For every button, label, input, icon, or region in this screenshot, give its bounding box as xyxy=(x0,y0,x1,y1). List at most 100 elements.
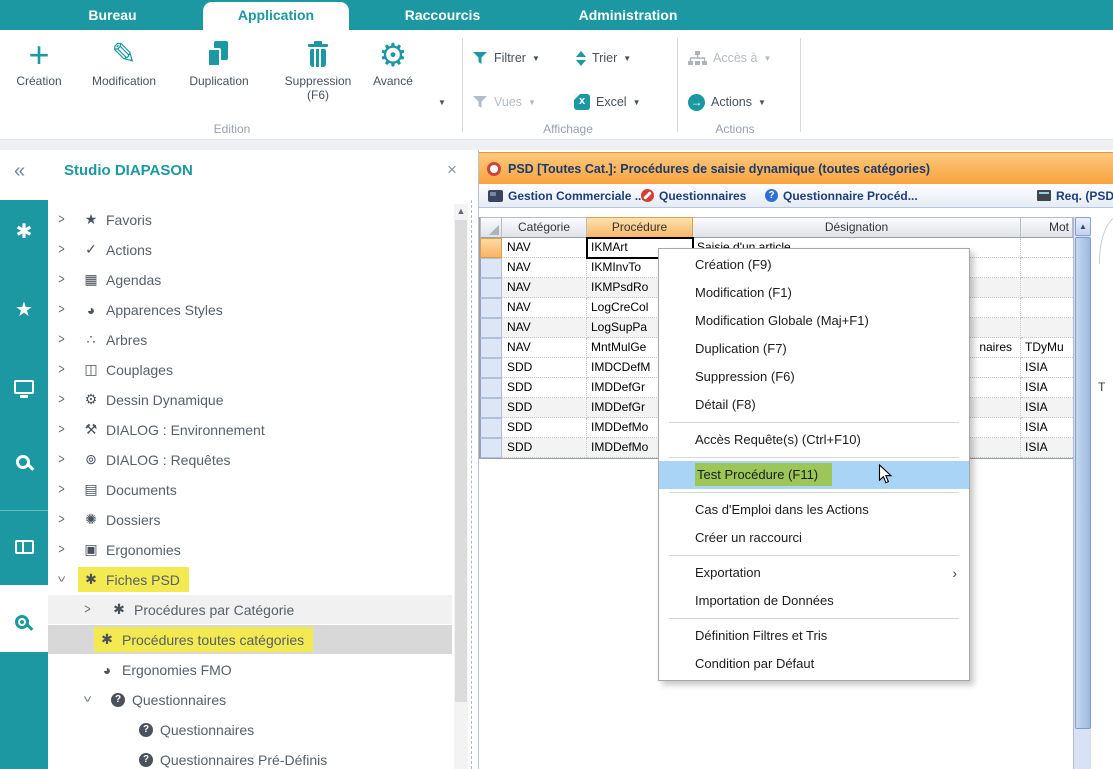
cell-categorie[interactable]: SDD xyxy=(502,398,587,418)
tree-item-13[interactable]: >✱Procédures par Catégorie xyxy=(48,595,452,624)
tree-item-5[interactable]: >◫Couplages xyxy=(48,355,452,384)
column-header-categorie[interactable]: Catégorie xyxy=(502,217,587,238)
tree-chevron-right-icon[interactable]: > xyxy=(58,421,64,437)
row-header-cell[interactable] xyxy=(480,358,502,378)
excel-button[interactable]: Excel ▼ xyxy=(574,90,641,114)
cell-categorie[interactable]: SDD xyxy=(502,438,587,458)
tree-item-9[interactable]: >▤Documents xyxy=(48,475,452,504)
scrollbar-thumb[interactable] xyxy=(1075,237,1091,729)
cell-categorie[interactable]: SDD xyxy=(502,378,587,398)
tree-item-18[interactable]: ?Questionnaires Pré-Définis xyxy=(48,745,452,769)
sidebar-scrollbar[interactable]: ▲ xyxy=(454,204,468,769)
filtrer-button[interactable]: Filtrer ▼ xyxy=(473,46,540,70)
tree-chevron-right-icon[interactable]: > xyxy=(84,601,90,617)
row-header-cell[interactable] xyxy=(480,258,502,278)
cell-categorie[interactable]: NAV xyxy=(502,298,587,318)
avance-button[interactable]: ⚙ Avancé xyxy=(364,36,422,134)
menu-item-15[interactable]: Importation de Données xyxy=(659,587,969,615)
menu-item-17[interactable]: Définition Filtres et Tris xyxy=(659,622,969,650)
cell-mot[interactable] xyxy=(1021,298,1073,318)
sidebar-collapse-button[interactable]: « xyxy=(14,160,25,183)
row-header-cell[interactable] xyxy=(480,438,502,458)
tree-chevron-right-icon[interactable]: > xyxy=(58,391,64,407)
actions-button[interactable]: Actions ▼ xyxy=(688,90,766,114)
avance-dropdown-icon[interactable]: ▼ xyxy=(438,98,446,107)
cell-mot[interactable] xyxy=(1021,278,1073,298)
cell-mot[interactable]: TDyMu xyxy=(1021,338,1073,358)
cell-categorie[interactable]: SDD xyxy=(502,358,587,378)
wtab-gestion-commerciale[interactable]: Gestion Commerciale ... xyxy=(488,184,645,207)
psd-flower-icon[interactable]: ✱ xyxy=(0,220,48,244)
tree-item-11[interactable]: >▣Ergonomies xyxy=(48,535,452,564)
tree-item-0[interactable]: >★Favoris xyxy=(48,205,452,234)
cell-categorie[interactable]: NAV xyxy=(502,318,587,338)
vues-button[interactable]: Vues ▼ xyxy=(473,90,536,114)
tree-chevron-down-icon[interactable]: > xyxy=(53,576,69,582)
tree-chevron-right-icon[interactable]: > xyxy=(58,511,64,527)
wtab-req-psd[interactable]: Req. (PSD xyxy=(1037,184,1113,207)
menu-item-2[interactable]: Modification Globale (Maj+F1) xyxy=(659,307,969,335)
column-header-mot[interactable]: Mot xyxy=(1021,217,1073,238)
cell-mot[interactable]: ISIA xyxy=(1021,378,1073,398)
tree-item-12[interactable]: >✱Fiches PSD xyxy=(48,565,452,594)
scroll-up-icon[interactable]: ▲ xyxy=(454,206,468,216)
tree-chevron-right-icon[interactable]: > xyxy=(58,331,64,347)
wtab-questionnaire-proced[interactable]: ? Questionnaire Procéd... xyxy=(765,184,918,207)
menu-item-5[interactable]: Détail (F8) xyxy=(659,391,969,419)
acces-a-button[interactable]: Accès à ▼ xyxy=(688,46,771,70)
cell-categorie[interactable]: NAV xyxy=(502,238,587,258)
cell-mot[interactable] xyxy=(1021,258,1073,278)
tree-chevron-down-icon[interactable]: > xyxy=(79,696,95,702)
scroll-up-button[interactable]: ▲ xyxy=(1075,217,1091,236)
modification-button[interactable]: ✎ Modification xyxy=(78,36,170,134)
columns-icon[interactable] xyxy=(15,540,34,554)
tree-item-2[interactable]: >▦Agendas xyxy=(48,265,452,294)
search-icon[interactable] xyxy=(16,455,30,469)
tab-application[interactable]: Application xyxy=(203,2,349,30)
menu-item-7[interactable]: Accès Requête(s) (Ctrl+F10) xyxy=(659,426,969,454)
menu-item-11[interactable]: Cas d'Emploi dans les Actions xyxy=(659,496,969,524)
tab-raccourcis[interactable]: Raccourcis xyxy=(390,0,495,30)
tree-item-6[interactable]: >⚙Dessin Dynamique xyxy=(48,385,452,414)
menu-item-12[interactable]: Créer un raccourci xyxy=(659,524,969,552)
tree-chevron-right-icon[interactable]: > xyxy=(58,271,64,287)
excel-dropdown-icon[interactable]: ▼ xyxy=(633,98,641,107)
menu-item-18[interactable]: Condition par Défaut xyxy=(659,650,969,678)
tree-item-7[interactable]: >⚒DIALOG : Environnement xyxy=(48,415,452,444)
tab-administration[interactable]: Administration xyxy=(545,0,711,30)
creation-button[interactable]: + Création xyxy=(6,36,72,134)
tree-item-17[interactable]: ?Questionnaires xyxy=(48,715,452,744)
cell-categorie[interactable]: SDD xyxy=(502,418,587,438)
menu-item-0[interactable]: Création (F9) xyxy=(659,251,969,279)
window-caption-bar[interactable]: PSD [Toutes Cat.]: Procédures de saisie … xyxy=(479,152,1113,184)
menu-item-14[interactable]: Exportation› xyxy=(659,559,969,587)
duplication-button[interactable]: Duplication xyxy=(176,36,262,134)
tree-item-4[interactable]: >∴Arbres xyxy=(48,325,452,354)
grid-vertical-scrollbar[interactable]: ▲ xyxy=(1073,217,1091,769)
cell-mot[interactable] xyxy=(1021,238,1073,258)
scrollbar-thumb[interactable] xyxy=(455,220,467,702)
tree-chevron-right-icon[interactable]: > xyxy=(58,241,64,257)
row-header-cell[interactable] xyxy=(480,298,502,318)
tree-item-1[interactable]: >✓Actions xyxy=(48,235,452,264)
suppression-button[interactable]: Suppression (F6) xyxy=(268,36,368,134)
filtrer-dropdown-icon[interactable]: ▼ xyxy=(532,54,540,63)
cell-mot[interactable]: ISIA xyxy=(1021,398,1073,418)
cell-mot[interactable]: ISIA xyxy=(1021,358,1073,378)
trier-button[interactable]: Trier ▼ xyxy=(576,46,631,70)
column-header-procedure[interactable]: Procédure xyxy=(587,217,693,238)
column-header-designation[interactable]: Désignation xyxy=(693,217,1021,238)
menu-item-3[interactable]: Duplication (F7) xyxy=(659,335,969,363)
tree-chevron-right-icon[interactable]: > xyxy=(58,481,64,497)
monitor-icon[interactable] xyxy=(14,380,34,394)
row-header-cell[interactable] xyxy=(480,378,502,398)
tree-item-16[interactable]: >?Questionnaires xyxy=(48,685,452,714)
cell-categorie[interactable]: NAV xyxy=(502,258,587,278)
menu-item-9[interactable]: Test Procédure (F11) xyxy=(659,461,969,489)
tree-item-8[interactable]: >⊚DIALOG : Requêtes xyxy=(48,445,452,474)
cell-categorie[interactable]: NAV xyxy=(502,278,587,298)
menu-item-1[interactable]: Modification (F1) xyxy=(659,279,969,307)
row-header-cell[interactable] xyxy=(480,318,502,338)
tree-chevron-right-icon[interactable]: > xyxy=(58,211,64,227)
tree-chevron-right-icon[interactable]: > xyxy=(58,361,64,377)
